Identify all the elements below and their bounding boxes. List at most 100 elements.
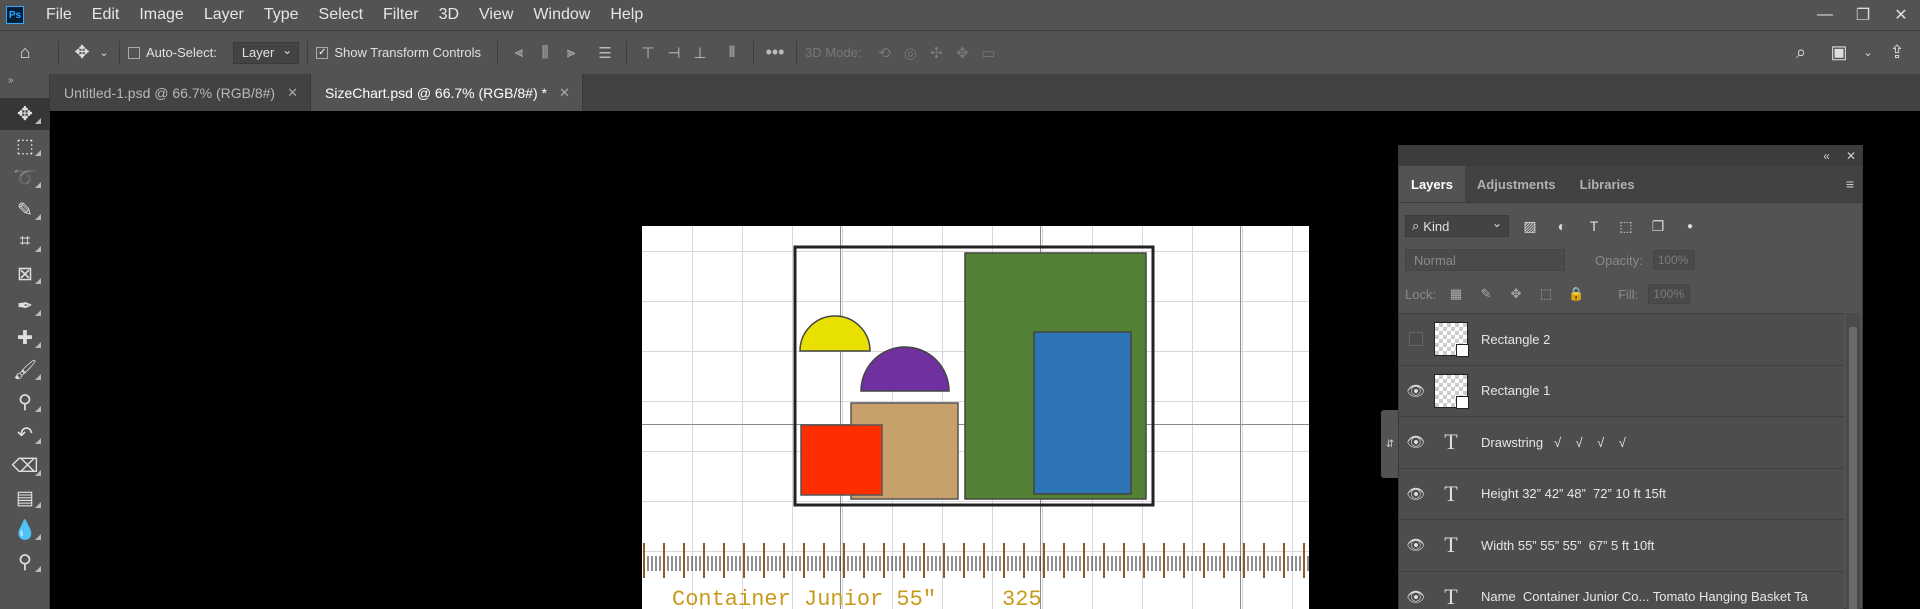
marquee-tool-icon[interactable]: ⬚ — [0, 130, 50, 162]
minimize-button[interactable]: — — [1806, 0, 1844, 30]
eye-icon[interactable]: 👁 — [1399, 382, 1433, 400]
scrollbar-thumb[interactable] — [1849, 327, 1857, 609]
close-icon[interactable]: ✕ — [287, 85, 298, 101]
collapse-panel-icon[interactable]: « — [1823, 149, 1830, 163]
adjustment-filter-icon[interactable]: ◐ — [1551, 215, 1573, 237]
align-left-icon[interactable]: ⫷ — [506, 40, 532, 66]
layer-row[interactable]: 👁 T Name Container Junior Co... Tomato H… — [1399, 570, 1844, 609]
distribute-horizontal-icon[interactable]: ⫴ — [719, 40, 745, 66]
move-tool-icon[interactable]: ✥ — [0, 98, 50, 130]
menu-type[interactable]: Type — [254, 0, 309, 30]
align-top-icon[interactable]: ⊤ — [635, 40, 661, 66]
layer-row[interactable]: 👁 T Drawstring √ √ √ √ — [1399, 416, 1844, 468]
orbit-3d-icon[interactable]: ⟲ — [871, 40, 897, 66]
auto-select-dropdown[interactable]: Layer — [232, 41, 300, 64]
menu-filter[interactable]: Filter — [373, 0, 429, 30]
chevron-down-icon[interactable]: ⌄ — [1862, 38, 1874, 68]
more-options-icon[interactable]: ••• — [762, 40, 788, 66]
align-vertical-center-icon[interactable]: ⊣ — [661, 40, 687, 66]
tab-sizechart[interactable]: SizeChart.psd @ 66.7% (RGB/8#) * ✕ — [311, 74, 583, 111]
tab-untitled-1[interactable]: Untitled-1.psd @ 66.7% (RGB/8#) ✕ — [50, 74, 311, 111]
filter-toggle-icon[interactable]: ● — [1679, 215, 1701, 237]
kind-filter-dropdown[interactable]: ⌕ Kind — [1405, 215, 1509, 237]
healing-brush-tool-icon[interactable]: ✚ — [0, 322, 50, 354]
lock-image-icon[interactable]: ✎ — [1476, 286, 1496, 302]
scale-3d-icon[interactable]: ▭ — [975, 40, 1001, 66]
move-tool-preset-icon[interactable]: ✥ — [67, 38, 97, 68]
close-icon[interactable]: ✕ — [1846, 149, 1856, 163]
layer-row[interactable]: 👁 T Height 32” 42” 48” 72” 10 ft 15ft — [1399, 467, 1844, 519]
menu-file[interactable]: File — [36, 0, 82, 30]
gradient-tool-icon[interactable]: ▤ — [0, 482, 50, 514]
clone-stamp-tool-icon[interactable]: ⚲ — [0, 386, 50, 418]
eraser-tool-icon[interactable]: ⌫ — [0, 450, 50, 482]
menu-3d[interactable]: 3D — [429, 0, 469, 30]
show-transform-controls-checkbox[interactable]: ✓ Show Transform Controls — [316, 45, 481, 60]
eye-icon[interactable]: 👁 — [1399, 588, 1433, 606]
menu-view[interactable]: View — [469, 0, 523, 30]
share-icon[interactable]: ⇪ — [1882, 38, 1912, 68]
panel-menu-icon[interactable]: ≡ — [1846, 176, 1854, 192]
tab-libraries[interactable]: Libraries — [1568, 166, 1647, 202]
auto-select-checkbox[interactable]: Auto-Select: — [128, 45, 217, 60]
checkbox-checked-icon[interactable]: ✓ — [316, 46, 329, 59]
eye-icon[interactable]: 👁 — [1399, 433, 1433, 451]
shape-filter-icon[interactable]: ⬚ — [1615, 215, 1637, 237]
history-brush-tool-icon[interactable]: ↶ — [0, 418, 50, 450]
menu-edit[interactable]: Edit — [82, 0, 130, 30]
home-icon[interactable]: ⌂ — [0, 38, 50, 68]
expand-toolbar-icon[interactable]: » — [0, 74, 49, 88]
distribute-vertical-icon[interactable]: ☰ — [592, 40, 618, 66]
eyedropper-tool-icon[interactable]: ✒ — [0, 290, 50, 322]
type-filter-icon[interactable]: T — [1583, 215, 1605, 237]
lock-transparency-icon[interactable]: ▦ — [1446, 286, 1466, 302]
eye-icon[interactable]: 👁 — [1399, 536, 1433, 554]
chevron-down-icon[interactable]: ⌄ — [97, 38, 111, 68]
eye-icon[interactable]: 👁 — [1399, 485, 1433, 503]
close-button[interactable]: ✕ — [1882, 0, 1920, 30]
close-icon[interactable]: ✕ — [559, 85, 570, 101]
lock-artboard-icon[interactable]: ⬚ — [1536, 286, 1556, 302]
blend-mode-dropdown[interactable]: Normal — [1405, 249, 1565, 271]
menu-help[interactable]: Help — [600, 0, 653, 30]
collapsed-panel-tab[interactable]: ⇵ — [1381, 410, 1399, 478]
menu-image[interactable]: Image — [129, 0, 193, 30]
lock-position-icon[interactable]: ✥ — [1506, 286, 1526, 302]
align-horizontal-center-icon[interactable]: ⫼ — [532, 40, 558, 66]
pan-3d-icon[interactable]: ✣ — [923, 40, 949, 66]
restore-button[interactable]: ❐ — [1844, 0, 1882, 30]
layer-row[interactable]: Rectangle 2 — [1399, 313, 1844, 365]
roll-3d-icon[interactable]: ◎ — [897, 40, 923, 66]
document-canvas[interactable]: Container Junior 55" 325 — [642, 226, 1309, 609]
layer-row[interactable]: 👁 T Width 55” 55” 55” 67” 5 ft 10ft — [1399, 519, 1844, 571]
menu-select[interactable]: Select — [309, 0, 373, 30]
align-right-icon[interactable]: ⫸ — [558, 40, 584, 66]
eye-hidden-icon[interactable] — [1409, 332, 1423, 347]
align-bottom-icon[interactable]: ⊥ — [687, 40, 713, 66]
lasso-tool-icon[interactable]: ➰ — [0, 162, 50, 194]
opacity-field[interactable]: 100% — [1652, 250, 1695, 270]
pixel-filter-icon[interactable]: ▨ — [1519, 215, 1541, 237]
slide-3d-icon[interactable]: ✥ — [949, 40, 975, 66]
tab-layers[interactable]: Layers — [1399, 166, 1465, 202]
brush-tool-icon[interactable]: 🖌 — [0, 354, 50, 386]
layer-row[interactable]: 👁 Rectangle 1 — [1399, 364, 1844, 416]
menu-layer[interactable]: Layer — [194, 0, 254, 30]
blue-rectangle — [1033, 331, 1132, 495]
search-icon[interactable]: ⌕ — [1786, 38, 1816, 68]
checkbox-unchecked-icon[interactable] — [128, 46, 140, 59]
yellow-semicircle — [799, 315, 871, 352]
fill-field[interactable]: 100% — [1648, 284, 1691, 304]
visibility-toggle[interactable] — [1399, 332, 1433, 347]
lock-all-icon[interactable]: 🔒 — [1566, 286, 1586, 302]
blur-tool-icon[interactable]: 💧 — [0, 514, 50, 546]
dodge-tool-icon[interactable]: ⚲ — [0, 546, 50, 578]
menu-window[interactable]: Window — [523, 0, 600, 30]
layers-scrollbar[interactable] — [1846, 313, 1860, 609]
tab-adjustments[interactable]: Adjustments — [1465, 166, 1568, 202]
crop-tool-icon[interactable]: ⌗ — [0, 226, 50, 258]
smart-object-filter-icon[interactable]: ❐ — [1647, 215, 1669, 237]
frame-tool-icon[interactable]: ⊠ — [0, 258, 50, 290]
workspace-icon[interactable]: ▣ — [1824, 38, 1854, 68]
quick-select-tool-icon[interactable]: ✎ — [0, 194, 50, 226]
